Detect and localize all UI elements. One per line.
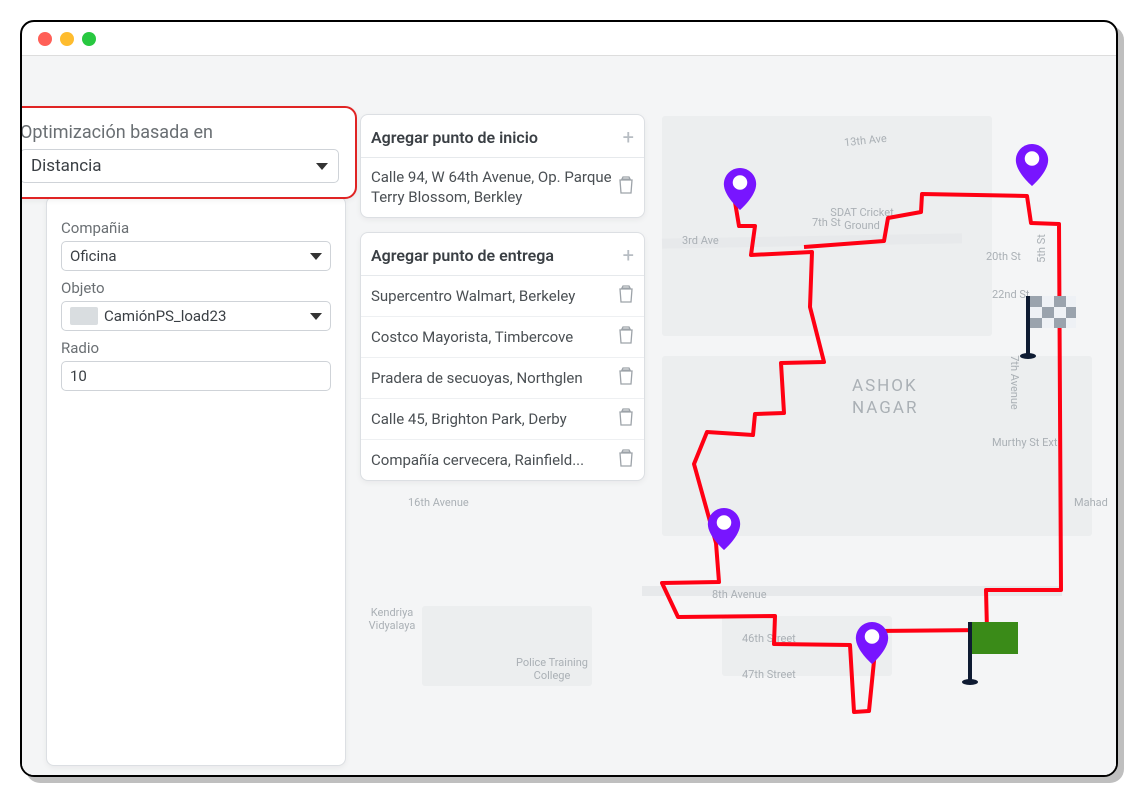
delete-icon[interactable] [618, 367, 634, 389]
road-5th-st: 5th St [1035, 234, 1048, 263]
delivery-points-title: Agregar punto de entrega [371, 246, 554, 265]
object-select[interactable]: CamiónPS_load23 [61, 301, 331, 331]
road-16th-ave: 16th Avenue [408, 496, 469, 509]
optimization-select-value: Distancia [31, 156, 102, 176]
delete-icon[interactable] [618, 176, 634, 198]
address-row[interactable]: Compañía cervecera, Rainfield... [361, 440, 644, 480]
delete-icon[interactable] [618, 326, 634, 348]
chevron-down-icon [310, 253, 322, 260]
settings-panel: Compañia Oficina Objeto CamiónPS_load23 … [46, 196, 346, 766]
company-select[interactable]: Oficina [61, 241, 331, 271]
delivery-points-panel: Agregar punto de entrega + Supercentro W… [360, 232, 645, 481]
app-body: 3rd Ave 7th St 20th St 22nd St 5th St 7t… [22, 56, 1116, 775]
marker-stop-1[interactable] [719, 168, 761, 214]
add-start-point-button[interactable]: + [623, 125, 634, 149]
chevron-down-icon [310, 313, 322, 320]
close-dot[interactable] [38, 32, 52, 46]
optimization-select[interactable]: Distancia [20, 149, 339, 183]
marker-stop-4[interactable] [851, 622, 893, 668]
area-label-1: ASHOK [852, 376, 918, 396]
radio-input[interactable]: 10 [61, 361, 331, 391]
address-text: Pradera de secuoyas, Northglen [371, 368, 618, 388]
start-point-title: Agregar punto de inicio [371, 128, 538, 147]
poi-kendriya: Kendriya Vidyalaya [352, 606, 432, 632]
address-row[interactable]: Pradera de secuoyas, Northglen [361, 358, 644, 399]
marker-stop-2[interactable] [1011, 144, 1053, 190]
address-text: Calle 45, Brighton Park, Derby [371, 409, 618, 429]
add-delivery-point-button[interactable]: + [623, 243, 634, 267]
address-text: Supercentro Walmart, Berkeley [371, 286, 618, 306]
address-text: Costco Mayorista, Timbercove [371, 327, 618, 347]
road-46th: 46th Street [742, 632, 796, 645]
address-row[interactable]: Calle 94, W 64th Avenue, Op. Parque Terr… [361, 158, 644, 217]
road-8th-ave: 8th Avenue [712, 588, 767, 601]
optimization-panel: Optimización basada en Distancia [20, 106, 357, 199]
address-row[interactable]: Costco Mayorista, Timbercove [361, 317, 644, 358]
address-text: Compañía cervecera, Rainfield... [371, 450, 618, 470]
poi-sdat: SDAT Cricket Ground [822, 206, 902, 232]
address-row[interactable]: Supercentro Walmart, Berkeley [361, 276, 644, 317]
address-text: Calle 94, W 64th Avenue, Op. Parque Terr… [371, 167, 618, 208]
road-20th-st: 20th St [986, 250, 1021, 263]
area-label-2: NAGAR [852, 398, 918, 418]
optimization-label: Optimización basada en [20, 122, 339, 143]
delete-icon[interactable] [618, 285, 634, 307]
marker-stop-3[interactable] [703, 508, 745, 554]
road-47th: 47th Street [742, 668, 796, 681]
start-point-panel: Agregar punto de inicio + Calle 94, W 64… [360, 114, 645, 218]
finish-flag-icon [1020, 292, 1080, 366]
road-murthy: Murthy St Ext [992, 436, 1057, 449]
object-swatch [70, 307, 98, 325]
delete-icon[interactable] [618, 449, 634, 471]
poi-police: Police Training College [502, 656, 602, 682]
object-label: Objeto [61, 279, 331, 297]
address-row[interactable]: Calle 45, Brighton Park, Derby [361, 399, 644, 440]
company-label: Compañia [61, 219, 331, 237]
road-3rd-ave: 3rd Ave [682, 234, 719, 247]
radio-input-value: 10 [70, 367, 87, 385]
radio-label: Radio [61, 339, 331, 357]
company-select-value: Oficina [70, 247, 117, 265]
app-window: 3rd Ave 7th St 20th St 22nd St 5th St 7t… [20, 20, 1118, 777]
start-flag-icon [962, 618, 1022, 692]
chevron-down-icon [316, 163, 328, 170]
delete-icon[interactable] [618, 408, 634, 430]
road-mahad: Mahad [1074, 496, 1108, 509]
maximize-dot[interactable] [82, 32, 96, 46]
object-select-value: CamiónPS_load23 [104, 307, 226, 325]
minimize-dot[interactable] [60, 32, 74, 46]
road-7th-ave: 7th Avenue [1008, 355, 1021, 410]
titlebar [22, 22, 1116, 56]
